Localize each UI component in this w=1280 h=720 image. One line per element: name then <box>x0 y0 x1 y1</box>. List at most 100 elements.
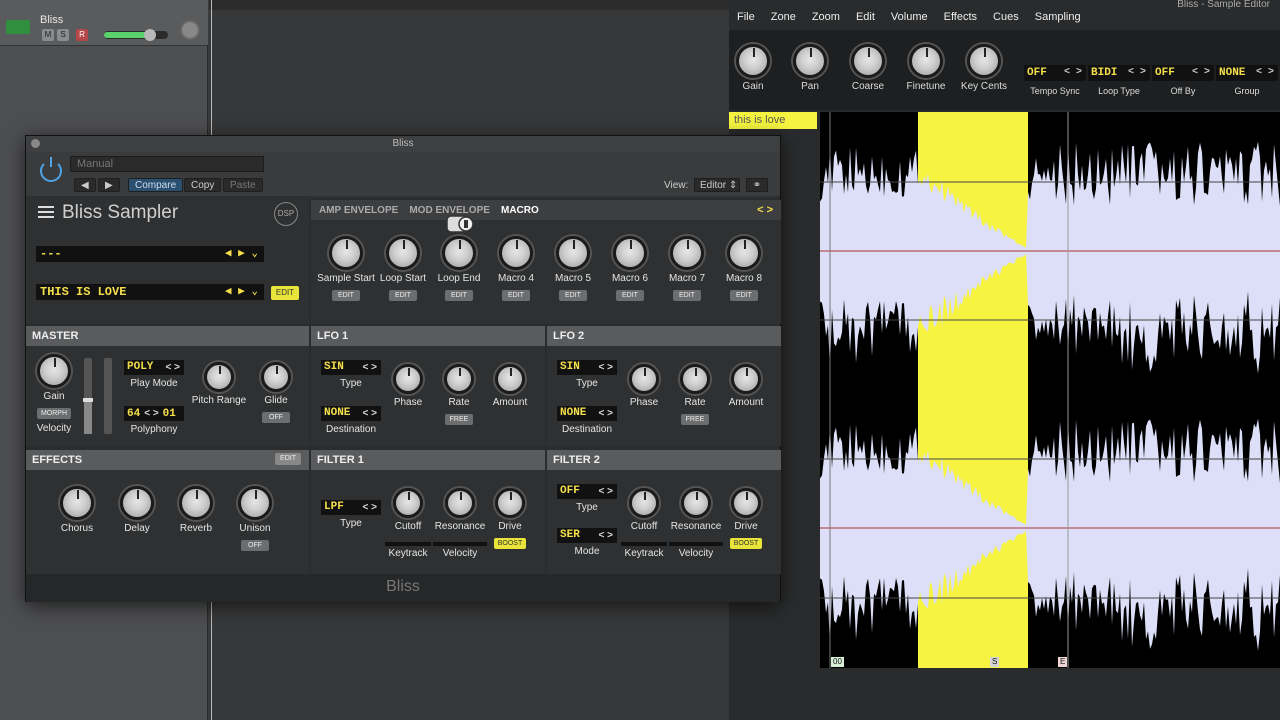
zone-finetune-knob[interactable]: Finetune <box>896 44 956 92</box>
zone-coarse-knob[interactable]: Coarse <box>838 44 898 92</box>
paste-button[interactable]: Paste <box>223 178 263 192</box>
macro-knob-5[interactable]: Macro 5 EDIT <box>541 236 605 302</box>
filter2-type-selector[interactable]: OFF < > Type <box>557 484 617 513</box>
selector-arrows-icon[interactable]: < > <box>166 360 180 375</box>
macro-knob-1[interactable]: Sample Start EDIT <box>314 236 378 302</box>
filter1-drive-knob[interactable]: Drive BOOST <box>487 488 533 550</box>
lfo2-free-toggle[interactable]: FREE <box>681 414 709 425</box>
filter1-velocity-label[interactable]: Velocity <box>433 542 487 559</box>
selector-arrows-icon[interactable]: < > <box>599 406 613 421</box>
zone-gain-knob[interactable]: Gain <box>723 44 783 92</box>
loop-start-marker[interactable]: S <box>990 657 1000 667</box>
lfo1-type-selector[interactable]: SIN < > Type <box>321 360 381 389</box>
prev-preset-button[interactable]: ◀ <box>74 178 96 192</box>
program-arrows-icon[interactable]: ◀ ▶ ⌄ <box>225 284 258 300</box>
sample-start-marker[interactable]: 00 <box>831 657 844 667</box>
waveform-display[interactable] <box>820 112 1280 668</box>
macro-edit-button[interactable]: EDIT <box>616 290 644 301</box>
menu-sampling[interactable]: Sampling <box>1027 9 1089 29</box>
macro-edit-button[interactable]: EDIT <box>559 290 587 301</box>
selector-arrows-icon[interactable]: < > <box>363 360 377 375</box>
timeline-ruler[interactable] <box>209 0 729 10</box>
effects-edit-button[interactable]: EDIT <box>275 453 301 465</box>
delay-knob[interactable]: Delay <box>114 486 160 534</box>
macro-knob-8[interactable]: Macro 8 EDIT <box>712 236 776 302</box>
selector-arrows-icon[interactable]: < > <box>599 360 613 375</box>
group-selector[interactable]: NONE < > Group <box>1216 65 1278 96</box>
loop-type-selector[interactable]: BIDI < > Loop Type <box>1088 65 1150 96</box>
macro-edit-button[interactable]: EDIT <box>389 290 417 301</box>
plugin-window-title[interactable]: Bliss <box>26 136 780 152</box>
filter1-boost-toggle[interactable]: BOOST <box>493 538 527 549</box>
fader-handle[interactable] <box>83 397 93 402</box>
filter1-resonance-knob[interactable]: Resonance Velocity <box>433 488 487 559</box>
compare-button[interactable]: Compare <box>128 178 184 192</box>
menu-volume[interactable]: Volume <box>883 9 936 29</box>
lfo2-destination-selector[interactable]: NONE < > Destination <box>557 406 617 435</box>
track-pan-knob[interactable] <box>180 20 200 40</box>
macro-edit-button[interactable]: EDIT <box>502 290 530 301</box>
selector-arrows-icon[interactable]: < > <box>599 528 613 543</box>
mute-button[interactable]: M <box>42 29 54 41</box>
selector-arrows-icon[interactable]: < > <box>1256 65 1274 81</box>
filter2-mode-selector[interactable]: SER < > Mode <box>557 528 617 557</box>
filter2-velocity-label[interactable]: Velocity <box>669 542 723 559</box>
reverb-knob[interactable]: Reverb <box>173 486 219 534</box>
morph-button[interactable]: MORPH <box>36 408 72 419</box>
filter2-resonance-knob[interactable]: Resonance Velocity <box>669 488 723 559</box>
tab-amp-envelope[interactable]: AMP ENVELOPE <box>319 205 398 216</box>
close-icon[interactable] <box>31 139 40 148</box>
lfo1-destination-selector[interactable]: NONE < > Destination <box>321 406 381 435</box>
filter1-keytrack-label[interactable]: Keytrack <box>385 542 431 559</box>
macro-knob-6[interactable]: Macro 6 EDIT <box>598 236 662 302</box>
lfo1-rate-knob[interactable]: Rate FREE <box>436 364 482 426</box>
glide-toggle[interactable]: OFF <box>262 412 290 423</box>
menu-file[interactable]: File <box>729 9 763 29</box>
track-volume-handle[interactable] <box>144 29 157 41</box>
lfo1-free-toggle[interactable]: FREE <box>445 414 473 425</box>
unison-knob[interactable]: Unison OFF <box>232 486 278 552</box>
zone-name-label[interactable]: this is love <box>729 112 817 129</box>
selector-arrows-icon[interactable]: < > <box>599 484 613 499</box>
tab-macro[interactable]: MACRO <box>501 205 539 216</box>
track-volume-slider[interactable] <box>104 29 168 41</box>
off-by-selector[interactable]: OFF < > Off By <box>1152 65 1214 96</box>
view-dropdown[interactable]: Editor ⇕ <box>694 178 740 192</box>
unison-toggle[interactable]: OFF <box>241 540 269 551</box>
velocity-fader-left[interactable] <box>83 358 93 434</box>
lfo2-rate-knob[interactable]: Rate FREE <box>672 364 718 426</box>
play-mode-selector[interactable]: POLY < > Play Mode <box>124 360 184 389</box>
filter1-cutoff-knob[interactable]: Cutoff Keytrack <box>385 488 431 559</box>
solo-button[interactable]: S <box>57 29 69 41</box>
preset-dropdown[interactable]: Manual <box>70 156 264 172</box>
zone-key-cents-knob[interactable]: Key Cents <box>954 44 1014 92</box>
menu-edit[interactable]: Edit <box>848 9 883 29</box>
menu-effects[interactable]: Effects <box>936 9 985 29</box>
menu-zone[interactable]: Zone <box>763 9 804 29</box>
pitch-range-knob[interactable]: Pitch Range <box>186 362 252 406</box>
master-gain-knob[interactable]: Gain MORPH Velocity <box>34 354 74 434</box>
polyphony-selector[interactable]: 64 < > 01 Polyphony <box>124 406 184 435</box>
macro-edit-button[interactable]: EDIT <box>730 290 758 301</box>
selector-arrows-icon[interactable]: < > <box>1064 65 1082 81</box>
copy-button[interactable]: Copy <box>184 178 222 192</box>
program-display-1[interactable]: --- ◀ ▶ ⌄ <box>36 246 264 262</box>
lfo1-amount-knob[interactable]: Amount <box>487 364 533 408</box>
program-display-2[interactable]: THIS IS LOVE ◀ ▶ ⌄ <box>36 284 264 300</box>
next-preset-button[interactable]: ▶ <box>98 178 120 192</box>
macro-edit-button[interactable]: EDIT <box>673 290 701 301</box>
loop-end-marker[interactable]: E <box>1058 657 1068 667</box>
filter2-boost-toggle[interactable]: BOOST <box>729 538 763 549</box>
zone-pan-knob[interactable]: Pan <box>780 44 840 92</box>
link-icon[interactable]: ⚭ <box>746 178 768 192</box>
filter1-type-selector[interactable]: LPF < > Type <box>321 500 381 529</box>
menu-icon[interactable] <box>38 206 54 220</box>
velocity-fader-right[interactable] <box>104 358 112 434</box>
filter2-cutoff-knob[interactable]: Cutoff Keytrack <box>621 488 667 559</box>
power-icon[interactable] <box>40 157 62 182</box>
macro-edit-button[interactable]: EDIT <box>445 290 473 301</box>
filter2-keytrack-label[interactable]: Keytrack <box>621 542 667 559</box>
program-edit-button[interactable]: EDIT <box>271 286 299 300</box>
tempo-sync-selector[interactable]: OFF < > Tempo Sync <box>1024 65 1086 96</box>
dsp-button[interactable]: DSP <box>274 202 298 226</box>
